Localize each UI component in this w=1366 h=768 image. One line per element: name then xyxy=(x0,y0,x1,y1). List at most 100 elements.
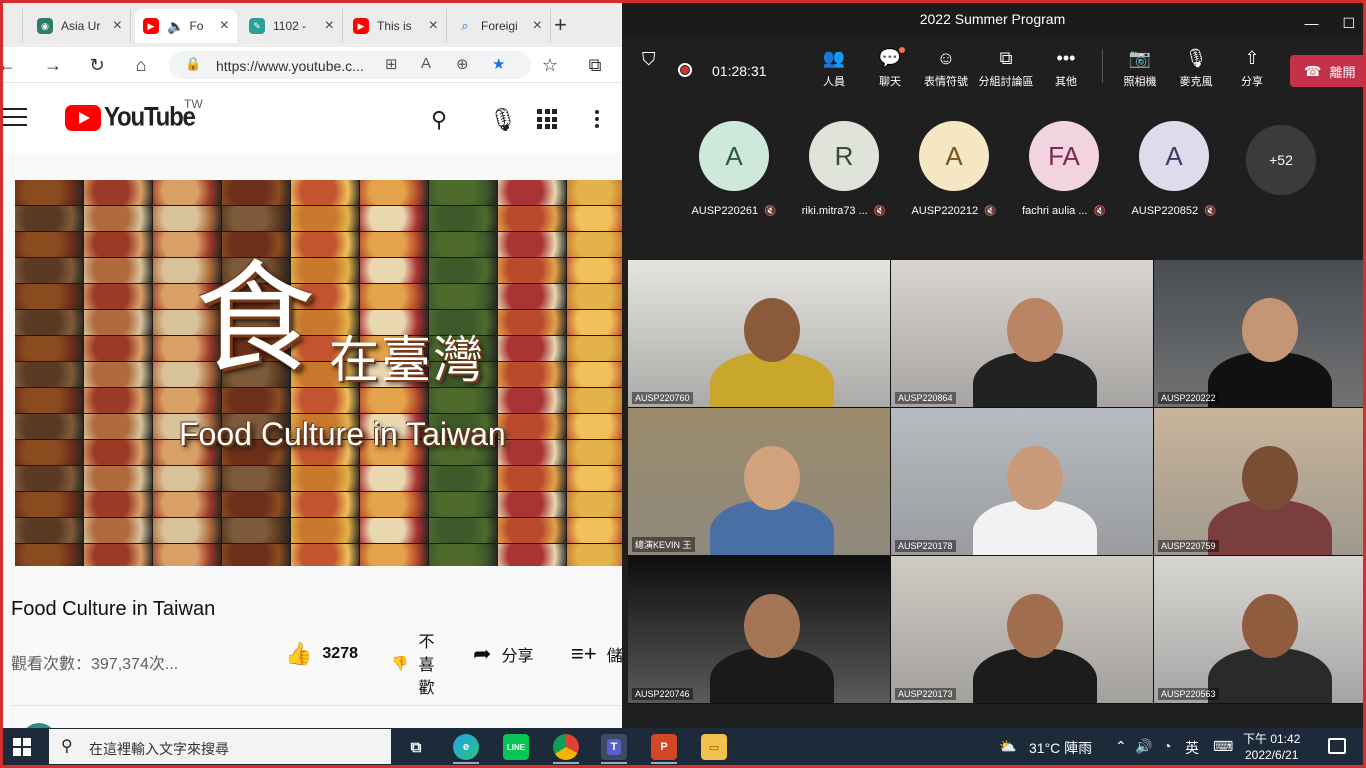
speaker-icon[interactable]: 🔈 xyxy=(167,18,184,35)
chat-button[interactable]: 💬 聊天 xyxy=(860,45,920,89)
read-aloud-icon[interactable]: A xyxy=(421,55,431,72)
food-tile xyxy=(498,310,566,335)
food-tile xyxy=(222,492,290,517)
participant-video[interactable]: 總演KEVIN 王 xyxy=(628,408,890,555)
running-indicator xyxy=(651,762,677,764)
breakout-rooms-button[interactable]: ⧉ 分組討論區 xyxy=(976,45,1036,89)
save-button[interactable]: ≡+ 儲 xyxy=(571,641,622,667)
youtube-logo[interactable]: YouTube TW xyxy=(65,97,203,132)
forward-icon[interactable]: → xyxy=(41,53,65,77)
video-thumbnail[interactable]: 食 在臺灣 Food Culture in Taiwan xyxy=(15,180,622,566)
app-available-icon[interactable]: ⊞ xyxy=(385,55,398,73)
food-tile xyxy=(498,336,566,361)
shield-icon[interactable]: ⛉ xyxy=(642,49,656,70)
refresh-icon[interactable]: ↻ xyxy=(85,53,109,77)
food-tile xyxy=(360,258,428,283)
close-icon[interactable]: × xyxy=(325,17,334,35)
task-view-icon[interactable]: ⧉ xyxy=(403,734,429,760)
menu-icon[interactable] xyxy=(3,108,27,132)
close-icon[interactable]: × xyxy=(533,17,542,35)
participant-video[interactable]: AUSP220759 xyxy=(1154,408,1363,555)
file-explorer-icon[interactable]: ▭ xyxy=(701,734,727,760)
tab-this-is[interactable]: ▶ This is × xyxy=(345,9,447,43)
dislike-label: 不 喜 歡 xyxy=(418,634,435,697)
tab-foreign[interactable]: ⌕ Foreigi × xyxy=(449,9,551,43)
input-keyboard-icon[interactable]: ⌨ xyxy=(1213,738,1233,755)
leave-button[interactable]: ☎ 離開 xyxy=(1290,55,1363,87)
food-tile xyxy=(498,232,566,257)
system-clock[interactable]: 下午 01:42 2022/6/21 xyxy=(1243,731,1300,763)
food-tile xyxy=(222,180,290,205)
food-tile xyxy=(84,518,152,543)
powerpoint-icon[interactable]: P xyxy=(651,734,677,760)
participant-avatar[interactable]: A AUSP220261 🔇 xyxy=(679,121,789,217)
participant-video[interactable]: AUSP220563 xyxy=(1154,556,1363,703)
new-tab-button[interactable]: + xyxy=(554,14,567,36)
lock-icon[interactable]: 🔒 xyxy=(185,56,201,72)
network-icon[interactable]: ◔ xyxy=(1163,738,1171,754)
share-screen-button[interactable]: ⇧ 分享 xyxy=(1222,45,1282,89)
more-options-icon[interactable] xyxy=(595,110,599,131)
microphone-button[interactable]: 🎙 麥克風 xyxy=(1166,45,1226,89)
edge-icon[interactable]: e xyxy=(453,734,479,760)
food-tile xyxy=(567,232,622,257)
food-tile xyxy=(15,492,83,517)
tab-youtube-active[interactable]: ▶ 🔈 Fo × xyxy=(135,9,237,43)
tab-1102[interactable]: ✎ 1102 - × xyxy=(241,9,343,43)
food-tile xyxy=(567,206,622,231)
participant-video[interactable]: AUSP220222 xyxy=(1154,260,1363,407)
ime-indicator[interactable]: 英 xyxy=(1185,738,1199,758)
emoji-button[interactable]: ☺ 表情符號 xyxy=(916,45,976,89)
close-icon[interactable]: × xyxy=(113,17,122,35)
like-button[interactable]: 👍 3278 xyxy=(285,641,358,667)
close-icon[interactable]: × xyxy=(429,17,438,35)
weather-text[interactable]: 31°C 陣雨 xyxy=(1029,738,1092,758)
apps-grid-icon[interactable] xyxy=(537,109,557,129)
video-grid: AUSP220760 AUSP220864 AUSP220222 總演KEVIN 王 A… xyxy=(628,260,1363,704)
weather-icon[interactable]: ⛅ xyxy=(999,738,1016,755)
participant-video[interactable]: AUSP220178 xyxy=(891,408,1153,555)
food-tile xyxy=(84,232,152,257)
home-icon[interactable]: ⌂ xyxy=(129,53,153,77)
line-icon[interactable]: LINE xyxy=(503,734,529,760)
close-icon[interactable]: × xyxy=(220,17,229,35)
food-tile xyxy=(84,310,152,335)
running-indicator xyxy=(601,762,627,764)
chevron-up-icon[interactable]: ⌃ xyxy=(1115,738,1127,755)
recording-icon xyxy=(678,63,692,77)
thumbs-down-icon: 👎 xyxy=(391,655,409,671)
camera-button[interactable]: 📷 照相機 xyxy=(1110,45,1170,89)
chrome-icon[interactable] xyxy=(553,734,579,760)
notification-icon[interactable] xyxy=(1328,738,1346,754)
participant-video[interactable]: AUSP220173 xyxy=(891,556,1153,703)
people-button[interactable]: 👥 人員 xyxy=(804,45,864,89)
participant-video[interactable]: AUSP220864 xyxy=(891,260,1153,407)
zoom-icon[interactable]: ⊕ xyxy=(456,55,469,73)
participant-avatar[interactable]: A AUSP220212 🔇 xyxy=(899,121,1009,217)
participant-avatar[interactable]: R riki.mitra73 ... 🔇 xyxy=(789,121,899,217)
url-field[interactable]: 🔒 https://www.youtube.c... ⊞ A ⊕ ★ xyxy=(169,51,531,79)
back-icon[interactable]: ← xyxy=(3,53,19,77)
participant-avatar[interactable]: FA fachri aulia ... 🔇 xyxy=(1009,121,1119,217)
more-participants-button[interactable]: +52 xyxy=(1246,125,1316,195)
dislike-button[interactable]: 👎 不 喜 歡 xyxy=(391,631,436,700)
divider xyxy=(11,705,622,706)
search-icon[interactable]: ⚲ xyxy=(431,107,447,133)
participant-head xyxy=(1007,298,1063,362)
tab-asia-university[interactable]: ◉ Asia Ur × xyxy=(29,9,131,43)
participant-video[interactable]: AUSP220760 xyxy=(628,260,890,407)
microphone-icon[interactable]: 🎙 xyxy=(489,107,517,133)
taskbar-search-box[interactable]: ⚲ 在這裡輸入文字來搜尋 xyxy=(49,729,391,764)
participant-name-label: AUSP220222 xyxy=(1158,392,1219,404)
favorites-icon[interactable]: ☆ xyxy=(538,53,562,77)
share-button[interactable]: ➦ 分享 xyxy=(473,641,533,667)
participant-avatar[interactable]: A AUSP220852 🔇 xyxy=(1119,121,1229,217)
teams-icon[interactable]: T xyxy=(601,734,627,760)
favorite-star-icon[interactable]: ★ xyxy=(492,55,505,73)
collections-icon[interactable]: ⧉ xyxy=(583,53,607,77)
tab-partial[interactable] xyxy=(3,9,23,43)
participant-video[interactable]: AUSP220746 xyxy=(628,556,890,703)
speaker-icon[interactable]: 🔊 xyxy=(1135,738,1152,755)
more-button[interactable]: ••• 其他 xyxy=(1036,45,1096,89)
windows-start-icon[interactable] xyxy=(13,738,31,756)
